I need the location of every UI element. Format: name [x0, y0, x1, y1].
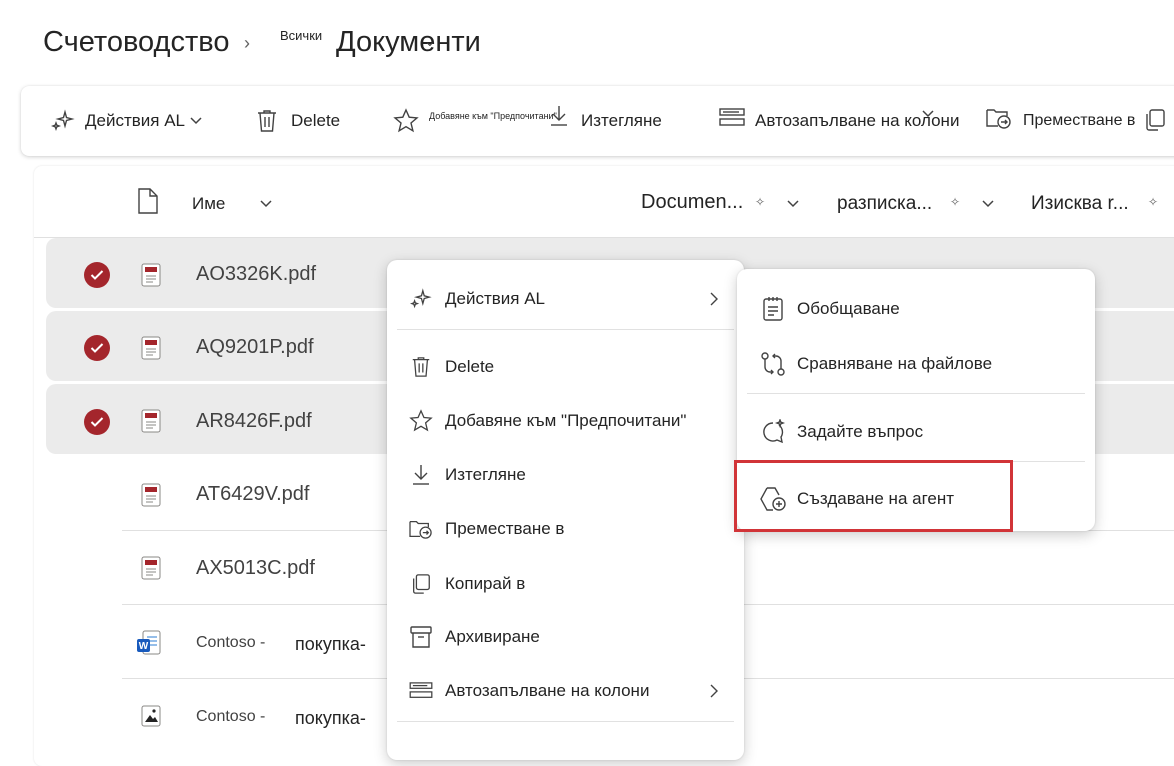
chevron-down-icon: [189, 116, 203, 126]
chevron-down-icon[interactable]: [921, 106, 935, 124]
selected-check-icon[interactable]: [84, 262, 110, 288]
download-button[interactable]: Изтегляне: [549, 86, 662, 156]
download-icon: [549, 104, 569, 128]
menu-divider: [397, 329, 734, 330]
selected-check-icon[interactable]: [84, 409, 110, 435]
move-label: Преместване в: [1023, 112, 1136, 129]
file-name-part[interactable]: Contoso -: [196, 634, 265, 652]
archive-icon: [407, 625, 435, 649]
chevron-right-icon: [709, 291, 719, 312]
copy-icon: [407, 573, 435, 595]
chevron-down-icon[interactable]: ⌄: [424, 33, 436, 50]
menu-item-label: Добавяне към "Предпочитани": [445, 411, 687, 430]
column-requires[interactable]: Изисква r...: [1031, 193, 1129, 215]
ai-actions-label: Действия AL: [85, 111, 185, 130]
download-label: Изтегляне: [581, 111, 662, 130]
menu-item-label: Обобщаване: [797, 299, 900, 318]
compare-icon: [759, 351, 787, 377]
folder-move-icon: [407, 518, 435, 540]
file-type-icon[interactable]: [137, 188, 159, 219]
menu-item-label: Действия AL: [445, 289, 545, 308]
columns-icon: [407, 682, 435, 700]
menu-item-autofill[interactable]: Автозапълване на колони: [387, 669, 744, 713]
menu-item-compare[interactable]: Сравняване на файлове: [737, 342, 1095, 386]
sparkle-icon: ✧: [1148, 195, 1159, 209]
page-title: Документи: [336, 26, 481, 58]
chevron-right-icon: ›: [244, 33, 250, 53]
menu-item-favorites[interactable]: Добавяне към "Предпочитани": [387, 399, 744, 443]
pdf-file-icon: [141, 483, 161, 512]
chevron-down-icon[interactable]: [786, 196, 800, 214]
favorites-label: Добавяне към "Предпочитани": [429, 111, 557, 121]
delete-button[interactable]: Delete: [255, 86, 340, 156]
highlight-box: [734, 460, 1013, 532]
breadcrumb-root[interactable]: Счетоводство: [43, 26, 229, 59]
pdf-file-icon: [141, 336, 161, 365]
menu-item-label: Автозапълване на колони: [445, 681, 650, 700]
star-icon: [393, 108, 419, 134]
menu-item-delete[interactable]: Delete: [387, 345, 744, 389]
menu-item-summarize[interactable]: Обобщаване: [737, 287, 1095, 331]
chevron-right-icon: [709, 683, 719, 704]
image-file-icon: [141, 705, 161, 732]
file-name[interactable]: AR8426F.pdf: [196, 410, 312, 433]
chevron-down-icon[interactable]: [981, 196, 995, 214]
menu-item-move[interactable]: Преместване в: [387, 507, 744, 551]
context-menu: Действия AL Delete Добавяне към "Предпоч…: [387, 260, 744, 760]
sparkle-icon: [51, 109, 75, 133]
pdf-file-icon: [141, 556, 161, 585]
download-icon: [407, 463, 435, 487]
pdf-file-icon: [141, 263, 161, 292]
delete-label: Delete: [291, 111, 341, 130]
menu-item-copy[interactable]: Копирай в: [387, 562, 744, 606]
command-bar: Действия AL Delete Добавяне към "Предпоч…: [21, 86, 1174, 156]
trash-icon: [255, 108, 279, 134]
menu-item-label: Преместване в: [445, 519, 565, 538]
star-icon: [407, 409, 435, 433]
file-name-part[interactable]: Contoso -: [196, 708, 265, 726]
trash-icon: [407, 355, 435, 379]
columns-icon: [719, 108, 745, 128]
menu-item-archive[interactable]: Архивиране: [387, 615, 744, 659]
file-name-part[interactable]: покупка-: [295, 708, 366, 729]
selected-check-icon[interactable]: [84, 335, 110, 361]
notes-icon: [759, 296, 787, 322]
file-name[interactable]: AQ9201P.pdf: [196, 336, 314, 359]
menu-item-label: Задайте въпрос: [797, 422, 924, 441]
column-document[interactable]: Documen...: [641, 191, 743, 214]
favorites-button[interactable]: Добавяне към "Предпочитани": [393, 86, 557, 156]
svg-text:W: W: [139, 641, 149, 652]
menu-item-label: Delete: [445, 357, 495, 376]
menu-divider: [397, 721, 734, 722]
file-name[interactable]: AX5013C.pdf: [196, 557, 315, 580]
sparkle-icon: ✧: [950, 195, 961, 209]
menu-divider: [747, 393, 1085, 394]
file-name-part[interactable]: покупка-: [295, 634, 366, 655]
file-name[interactable]: AT6429V.pdf: [196, 483, 309, 506]
menu-item-download[interactable]: Изтегляне: [387, 453, 744, 497]
pdf-file-icon: [141, 409, 161, 438]
move-button[interactable]: Преместване в: [985, 86, 1135, 156]
menu-item-ask[interactable]: Задайте въпрос: [737, 410, 1095, 454]
menu-item-ai-actions[interactable]: Действия AL: [387, 277, 744, 321]
word-file-icon: W: [137, 630, 161, 661]
menu-item-label: Архивиране: [445, 627, 540, 646]
breadcrumb-all[interactable]: Всички: [280, 28, 322, 43]
menu-item-label: Изтегляне: [445, 465, 526, 484]
column-name[interactable]: Име: [192, 194, 225, 214]
menu-item-label: Копирай в: [445, 574, 526, 593]
copy-icon[interactable]: [1143, 108, 1167, 137]
column-receipt[interactable]: разписка...: [837, 193, 932, 215]
ai-actions-button[interactable]: Действия AL: [51, 86, 203, 156]
file-name[interactable]: AO3326K.pdf: [196, 263, 316, 286]
chevron-down-icon[interactable]: [259, 196, 273, 214]
sparkle-icon: ✧: [755, 195, 766, 209]
sparkle-icon: [407, 288, 435, 310]
menu-item-label: Сравняване на файлове: [797, 354, 993, 373]
chat-sparkle-icon: [759, 419, 787, 445]
folder-move-icon: [985, 106, 1013, 130]
